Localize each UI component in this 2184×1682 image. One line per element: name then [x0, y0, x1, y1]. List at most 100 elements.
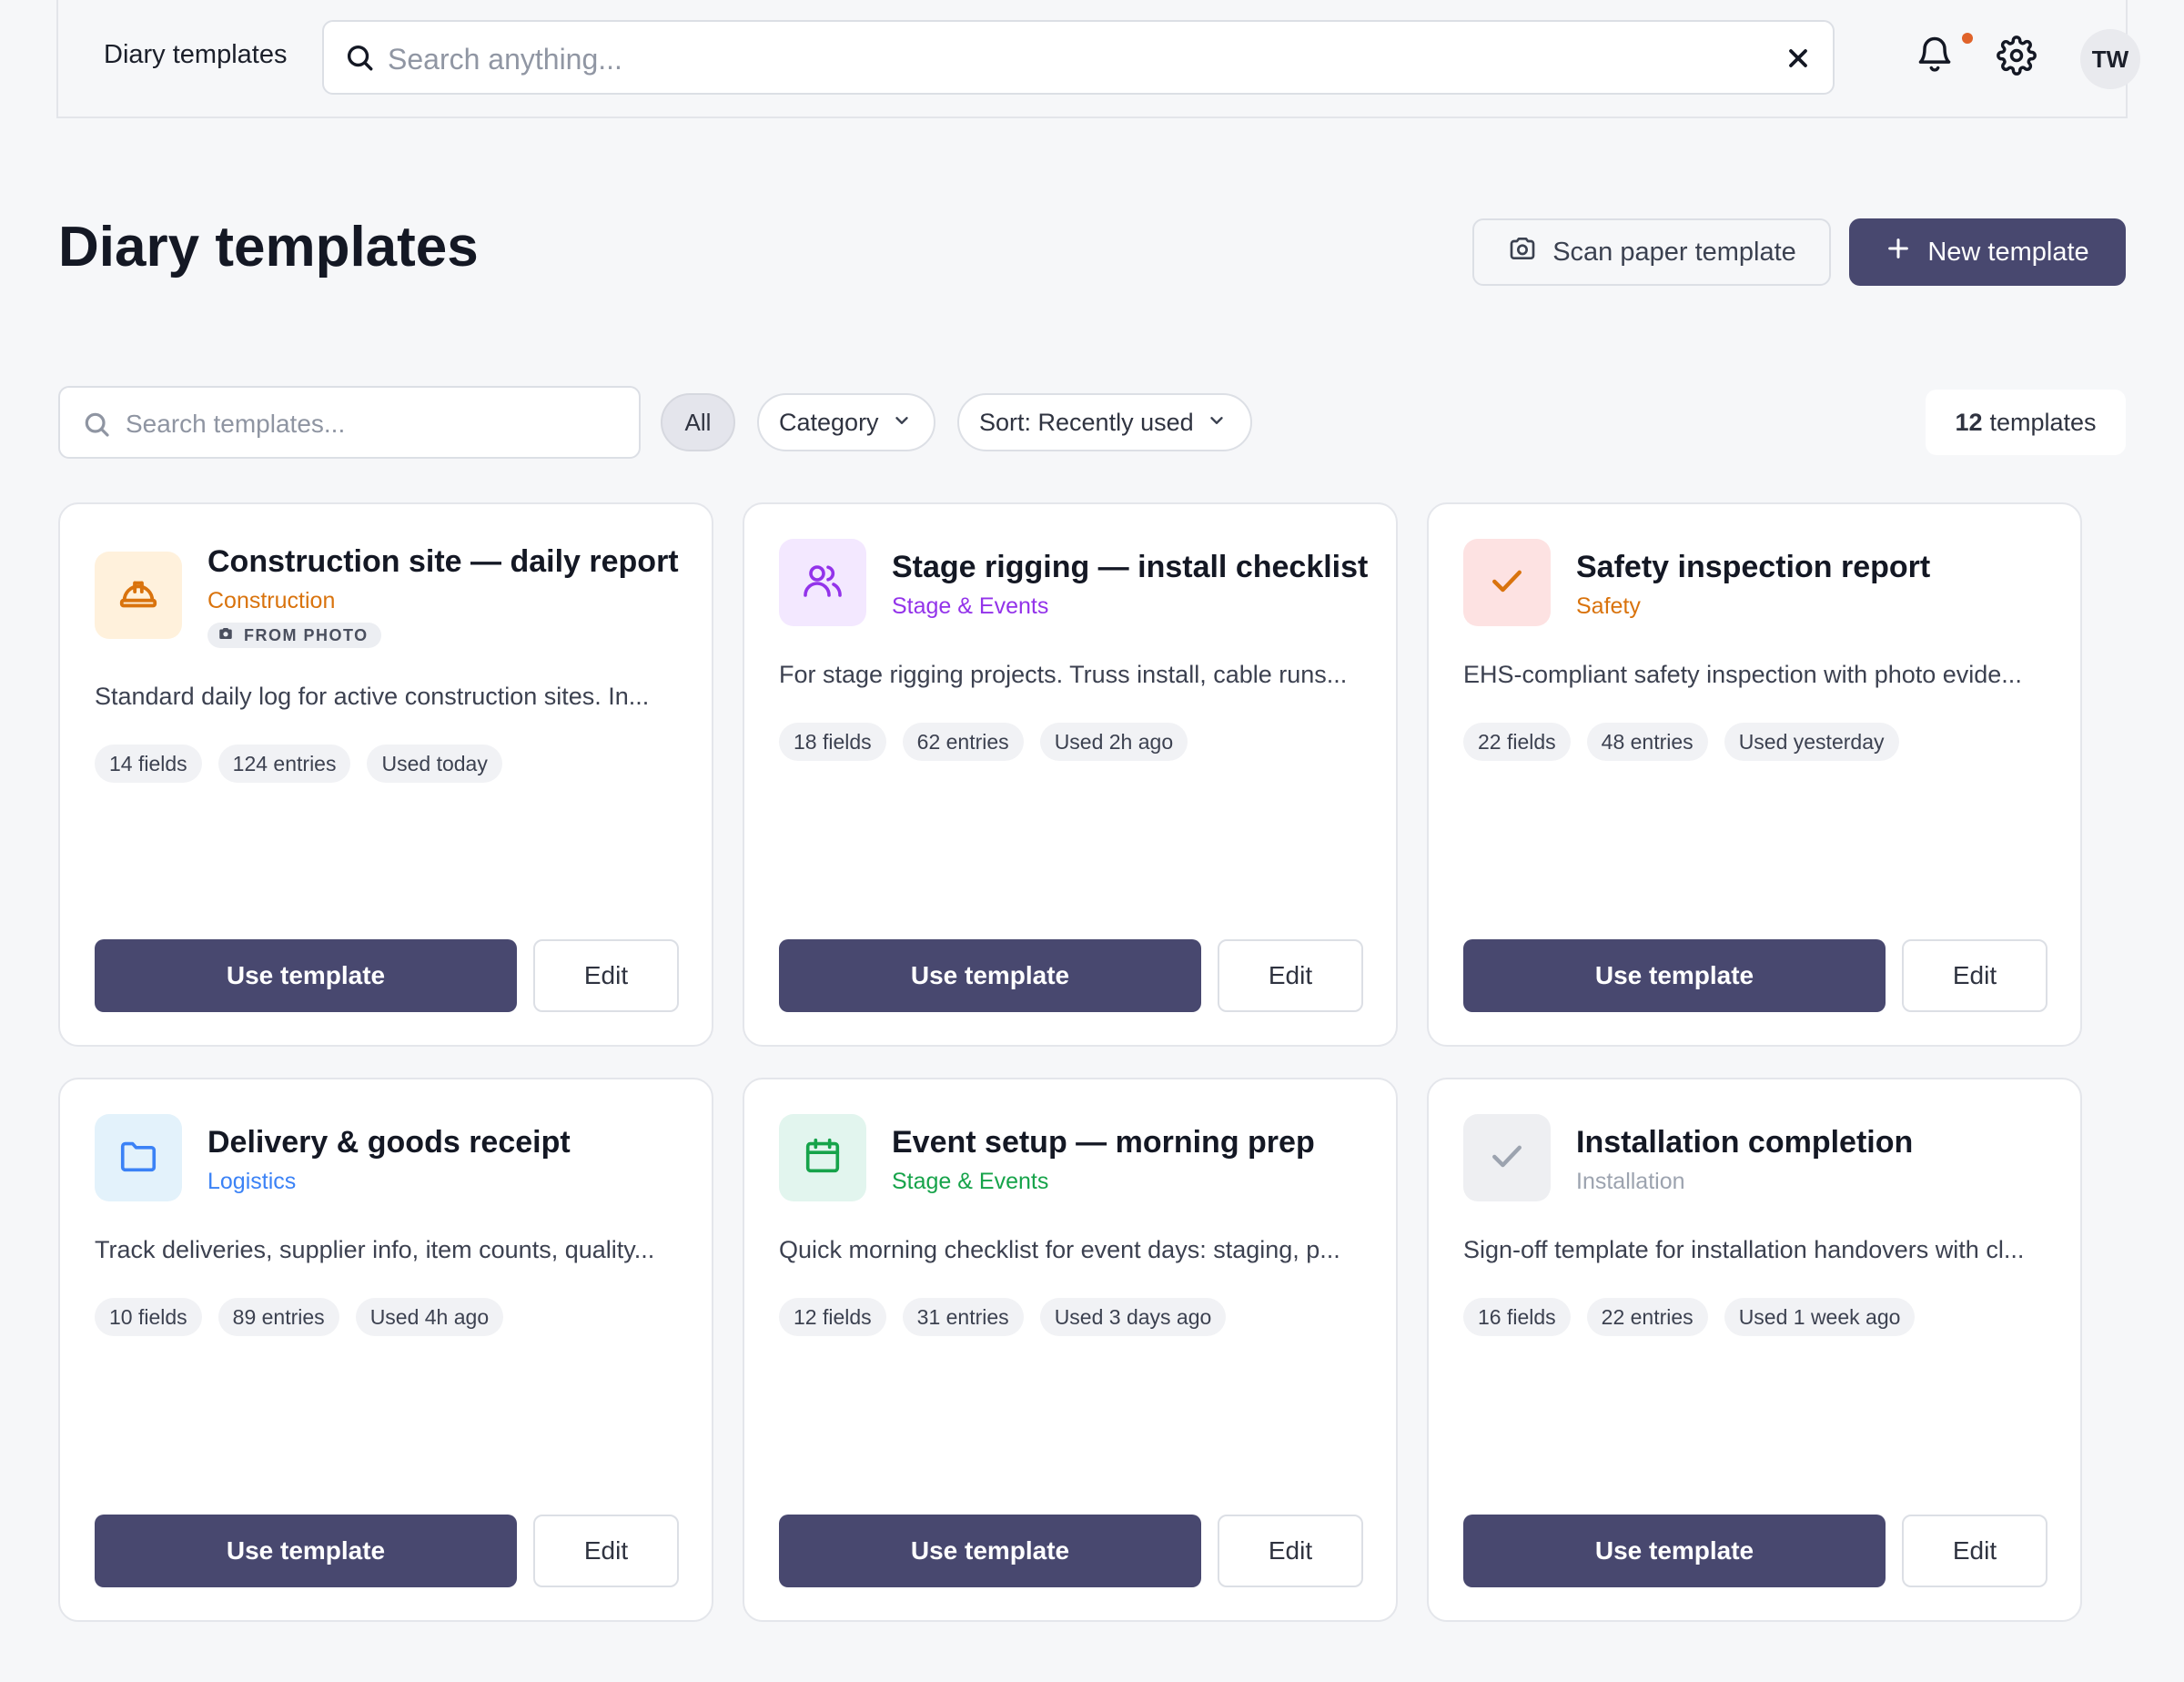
card-category: Stage & Events — [892, 593, 1049, 619]
last-used: Used 4h ago — [355, 1298, 504, 1336]
icon-tile — [1463, 539, 1551, 626]
page-title: Diary templates — [58, 216, 479, 279]
last-used: Used 3 days ago — [1039, 1298, 1227, 1336]
card-title: Stage rigging — install checklist — [892, 550, 1369, 584]
last-used: Used 2h ago — [1039, 723, 1188, 761]
card-title: Installation completion — [1576, 1125, 1914, 1160]
entries-count: 48 entries — [1586, 723, 1708, 761]
template-card-event-setup: Event setup — morning prep Stage & Event… — [743, 1078, 1398, 1622]
last-used: Used yesterday — [1724, 723, 1899, 761]
icon-tile — [95, 552, 182, 639]
template-card-construction: Construction site — daily report Constru… — [58, 502, 713, 1047]
card-description: Sign-off template for installation hando… — [1463, 1236, 2025, 1263]
template-search-placeholder: Search templates... — [126, 410, 346, 438]
use-template-button[interactable]: Use template — [95, 939, 517, 1012]
card-stats: 14 fields 124 entries Used today — [95, 745, 502, 783]
card-title: Safety inspection report — [1576, 550, 1931, 584]
card-category: Installation — [1576, 1169, 1685, 1194]
edit-button[interactable]: Edit — [1902, 939, 2048, 1012]
template-count: 12 templates — [1926, 390, 2126, 455]
new-template-button[interactable]: New template — [1849, 218, 2126, 286]
fields-count: 18 fields — [779, 723, 886, 761]
edit-button[interactable]: Edit — [1218, 939, 1363, 1012]
icon-tile — [779, 1114, 866, 1201]
edit-button[interactable]: Edit — [1218, 1515, 1363, 1587]
template-card-stage-rigging: Stage rigging — install checklist Stage … — [743, 502, 1398, 1047]
template-card-installation: Installation completion Installation Sig… — [1427, 1078, 2082, 1622]
card-stats: 18 fields 62 entries Used 2h ago — [779, 723, 1188, 761]
template-card-safety-inspection: Safety inspection report Safety EHS-comp… — [1427, 502, 2082, 1047]
card-title: Event setup — morning prep — [892, 1125, 1315, 1160]
edit-button[interactable]: Edit — [533, 939, 679, 1012]
card-category: Logistics — [207, 1169, 297, 1194]
icon-tile — [95, 1114, 182, 1201]
edit-button[interactable]: Edit — [533, 1515, 679, 1587]
scan-paper-template-label: Scan paper template — [1552, 237, 1796, 267]
icon-tile — [1463, 1114, 1551, 1201]
camera-icon — [217, 625, 235, 646]
search-icon — [82, 410, 111, 443]
template-count-label: templates — [1989, 408, 2097, 436]
card-stats: 10 fields 89 entries Used 4h ago — [95, 1298, 504, 1336]
card-description: Quick morning checklist for event days: … — [779, 1236, 1340, 1263]
use-template-button[interactable]: Use template — [779, 939, 1201, 1012]
notification-dot — [1962, 33, 1973, 44]
hard-hat-icon — [117, 572, 159, 619]
card-description: EHS-compliant safety inspection with pho… — [1463, 661, 2022, 688]
scan-paper-template-button[interactable]: Scan paper template — [1472, 218, 1831, 286]
fields-count: 14 fields — [95, 745, 202, 783]
entries-count: 89 entries — [217, 1298, 339, 1336]
folder-icon — [117, 1135, 159, 1181]
card-category: Construction — [207, 588, 336, 613]
template-count-number: 12 — [1955, 408, 1983, 436]
use-template-button[interactable]: Use template — [1463, 939, 1886, 1012]
sort-dropdown[interactable]: Sort: Recently used — [957, 393, 1252, 451]
card-stats: 22 fields 48 entries Used yesterday — [1463, 723, 1899, 761]
fields-count: 16 fields — [1463, 1298, 1571, 1336]
icon-tile — [779, 539, 866, 626]
entries-count: 22 entries — [1586, 1298, 1708, 1336]
last-used: Used 1 week ago — [1724, 1298, 1916, 1336]
card-category: Safety — [1576, 593, 1641, 619]
global-search-placeholder: Search anything... — [388, 43, 622, 76]
card-category: Stage & Events — [892, 1169, 1049, 1194]
from-photo-label: FROM PHOTO — [244, 625, 369, 644]
use-template-button[interactable]: Use template — [95, 1515, 517, 1587]
card-stats: 16 fields 22 entries Used 1 week ago — [1463, 1298, 1916, 1336]
check-icon — [1487, 561, 1527, 605]
check-icon — [1487, 1136, 1527, 1180]
card-description: Track deliveries, supplier info, item co… — [95, 1236, 655, 1263]
card-title: Delivery & goods receipt — [207, 1125, 571, 1160]
category-dropdown-label: Category — [779, 408, 879, 436]
search-icon — [344, 42, 375, 77]
chevron-down-icon — [1207, 409, 1227, 437]
filter-all-chip[interactable]: All — [661, 393, 735, 451]
gear-icon[interactable] — [1997, 35, 2037, 80]
avatar[interactable]: TW — [2080, 29, 2140, 89]
last-used: Used today — [367, 745, 502, 783]
bell-icon[interactable] — [1915, 33, 1955, 79]
card-description: Standard daily log for active constructi… — [95, 683, 650, 710]
template-card-delivery: Delivery & goods receipt Logistics Track… — [58, 1078, 713, 1622]
plus-icon — [1886, 236, 1911, 269]
new-template-label: New template — [1927, 237, 2089, 267]
card-stats: 12 fields 31 entries Used 3 days ago — [779, 1298, 1227, 1336]
calendar-icon — [802, 1135, 844, 1181]
card-title: Construction site — daily report — [207, 544, 679, 579]
card-description: For stage rigging projects. Truss instal… — [779, 661, 1348, 688]
entries-count: 31 entries — [902, 1298, 1024, 1336]
global-search-input[interactable]: Search anything... — [322, 20, 1835, 95]
fields-count: 10 fields — [95, 1298, 202, 1336]
top-bar: Diary templates Search anything... TW — [56, 0, 2140, 118]
sort-dropdown-label: Sort: Recently used — [979, 408, 1194, 436]
close-icon[interactable] — [1784, 44, 1813, 77]
use-template-button[interactable]: Use template — [1463, 1515, 1886, 1587]
from-photo-badge: FROM PHOTO — [207, 623, 381, 648]
entries-count: 62 entries — [902, 723, 1024, 761]
template-search-input[interactable]: Search templates... — [58, 386, 641, 459]
category-dropdown[interactable]: Category — [757, 393, 935, 451]
users-icon — [801, 559, 844, 607]
use-template-button[interactable]: Use template — [779, 1515, 1201, 1587]
entries-count: 124 entries — [217, 745, 351, 783]
edit-button[interactable]: Edit — [1902, 1515, 2048, 1587]
